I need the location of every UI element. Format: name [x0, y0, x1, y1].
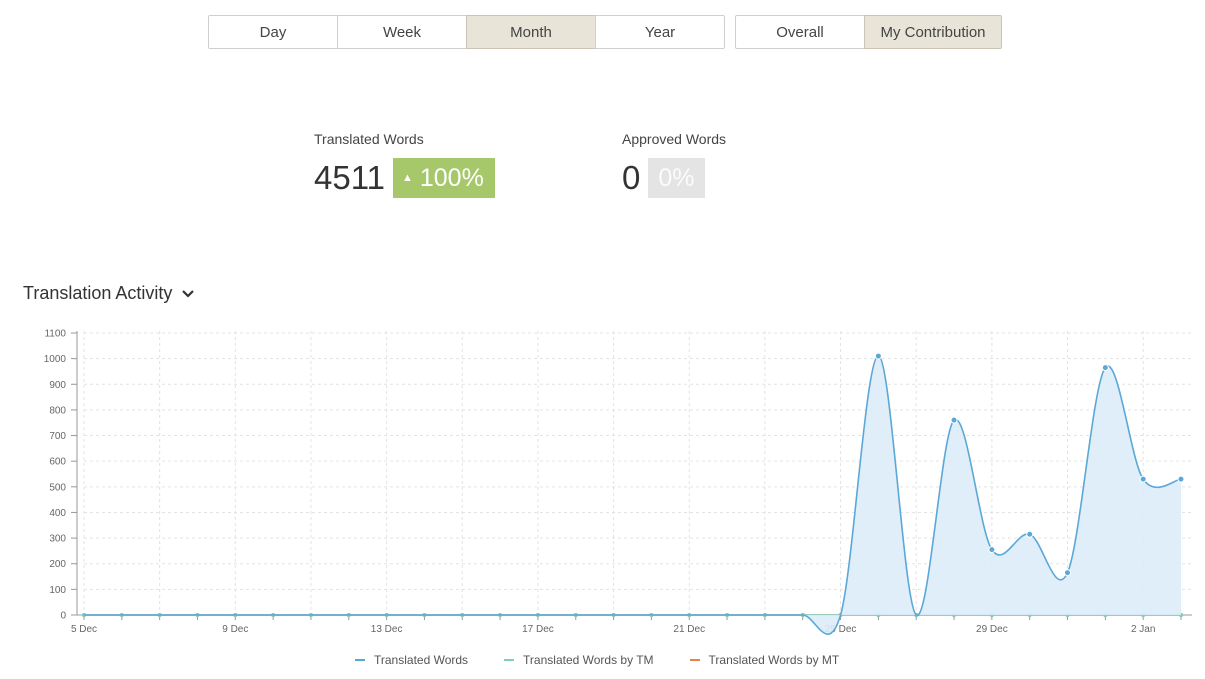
legend-item-translated-words[interactable]: Translated Words: [355, 653, 468, 667]
x-tick-label: 5 Dec: [71, 624, 97, 635]
legend-swatch: [504, 659, 515, 661]
series-tw-point: [1064, 569, 1072, 577]
legend-swatch: [355, 659, 365, 661]
approved-words-value: 0: [622, 159, 641, 196]
translated-words-stat: Translated Words 4511 ▲ 100%: [314, 131, 495, 198]
x-tick-label: 17 Dec: [522, 624, 554, 635]
y-tick-label: 700: [49, 431, 66, 442]
chevron-down-icon: [182, 289, 195, 298]
tab-day[interactable]: Day: [208, 15, 338, 49]
y-tick-label: 600: [49, 457, 66, 468]
x-tick-label: 21 Dec: [673, 624, 705, 635]
legend-label: Translated Words by TM: [523, 653, 654, 667]
translated-words-change: 100%: [419, 163, 484, 192]
translated-words-value: 4511: [314, 159, 385, 196]
approved-words-change: 0%: [658, 163, 695, 192]
x-tick-label: 13 Dec: [371, 624, 403, 635]
translation-activity-chart: 0 100 200 300 400 500 600 700 800 900 1000 1100 5 D…: [44, 329, 1192, 635]
series-tw-area: [84, 356, 1181, 635]
translation-activity-dropdown[interactable]: Translation Activity: [23, 283, 195, 304]
section-title: Translation Activity: [23, 283, 173, 303]
legend-swatch: [689, 659, 700, 661]
x-axis: 5 Dec 9 Dec 13 Dec 17 Dec 21 Dec 25 Dec 29 Dec…: [71, 614, 1192, 635]
series-tw-point: [950, 416, 958, 424]
chart-series: [82, 352, 1185, 635]
approved-words-stat: Approved Words 0 0%: [622, 131, 726, 198]
tab-overall[interactable]: Overall: [735, 15, 865, 49]
arrow-up-icon: ▲: [401, 172, 413, 184]
series-tw-point: [874, 352, 882, 360]
y-tick-label: 400: [49, 508, 66, 519]
series-tw-point: [1177, 475, 1185, 483]
legend-label: Translated Words: [374, 653, 469, 667]
y-tick-label: 800: [49, 405, 66, 416]
chart-legend: Translated Words Translated Words by TM …: [355, 653, 875, 667]
legend-item-translated-words-by-mt[interactable]: Translated Words by MT: [689, 653, 840, 667]
y-tick-label: 500: [49, 482, 66, 493]
approved-words-change-badge: 0%: [648, 158, 705, 198]
x-tick-label: 2 Jan: [1131, 624, 1155, 635]
y-tick-label: 1100: [44, 329, 66, 340]
x-tick-label: 29 Dec: [976, 624, 1008, 635]
y-axis: 0 100 200 300 400 500 600 700 800 900 1000 1100: [44, 329, 78, 622]
legend-item-translated-words-by-tm[interactable]: Translated Words by TM: [504, 653, 654, 667]
x-tick-label: 9 Dec: [222, 624, 248, 635]
tab-month[interactable]: Month: [466, 15, 596, 49]
y-tick-label: 200: [49, 559, 66, 570]
y-tick-label: 300: [49, 534, 66, 545]
tab-my-contribution[interactable]: My Contribution: [864, 15, 1002, 49]
y-tick-label: 900: [49, 380, 66, 391]
tab-year[interactable]: Year: [595, 15, 725, 49]
y-tick-label: 0: [60, 611, 66, 622]
series-tw-point: [1139, 475, 1147, 483]
y-tick-label: 1000: [44, 354, 67, 365]
series-tw-point: [1101, 364, 1109, 372]
approved-words-label: Approved Words: [622, 131, 727, 147]
tab-week[interactable]: Week: [337, 15, 467, 49]
legend-label: Translated Words by MT: [708, 653, 840, 667]
y-tick-label: 100: [49, 585, 66, 596]
series-tw-point: [988, 546, 996, 554]
scope-selector: Overall My Contribution: [735, 15, 1002, 49]
translated-words-change-badge: ▲ 100%: [392, 158, 495, 198]
series-tw-point: [1026, 530, 1034, 538]
period-selector: Day Week Month Year: [208, 15, 725, 49]
translated-words-label: Translated Words: [314, 131, 424, 147]
